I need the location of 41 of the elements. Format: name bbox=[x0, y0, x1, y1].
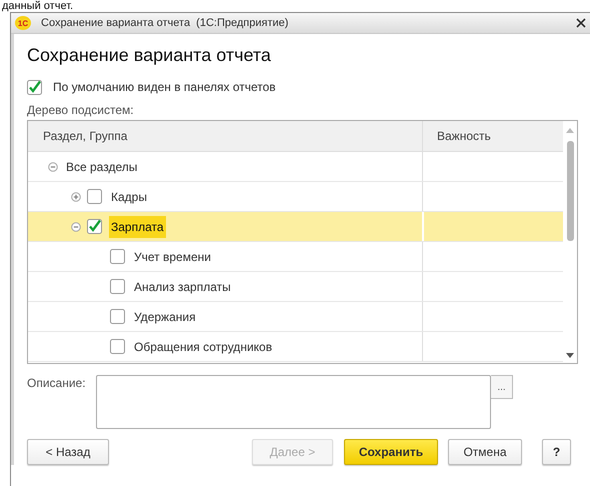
checked-checkbox[interactable] bbox=[27, 80, 42, 94]
description-label: Описание: bbox=[27, 376, 87, 390]
checkbox[interactable] bbox=[87, 189, 102, 204]
expand-icon[interactable] bbox=[71, 192, 81, 202]
checkbox[interactable] bbox=[110, 339, 125, 354]
checkbox[interactable] bbox=[110, 279, 125, 294]
tree-row[interactable]: Учет времени bbox=[28, 242, 563, 272]
window-title: Сохранение варианта отчета (1С:Предприятие) bbox=[41, 17, 290, 29]
checkbox[interactable] bbox=[110, 249, 125, 264]
scroll-down-icon[interactable] bbox=[566, 353, 574, 359]
description-field[interactable] bbox=[96, 375, 491, 429]
tree-item-label: Все разделы bbox=[65, 158, 138, 176]
tree-item-label: Кадры bbox=[110, 188, 148, 206]
tree-item-label: Зарплата bbox=[109, 216, 166, 238]
tree-item-label: Удержания bbox=[133, 308, 197, 326]
backdrop-text: данный отчет. bbox=[1, 0, 74, 12]
help-button[interactable]: ? bbox=[542, 439, 571, 465]
collapse-icon[interactable] bbox=[48, 162, 58, 172]
column-header[interactable]: Важность bbox=[423, 121, 563, 151]
tree-label: Дерево подсистем: bbox=[27, 103, 135, 117]
tree-item-label: Анализ зарплаты bbox=[133, 278, 232, 296]
tree-item-label: Учет времени bbox=[133, 248, 212, 266]
select-button[interactable]: ... bbox=[491, 375, 513, 399]
tree-row[interactable]: Удержания bbox=[28, 302, 563, 332]
tree-row[interactable]: Зарплата bbox=[28, 212, 563, 242]
dialog-heading: Сохранение варианта отчета bbox=[27, 44, 272, 67]
checked-checkbox[interactable] bbox=[87, 219, 102, 234]
scroll-up-icon[interactable] bbox=[566, 127, 574, 133]
tree-item-label: Обращения сотрудников bbox=[133, 338, 274, 356]
collapse-icon[interactable] bbox=[71, 222, 81, 232]
dialog-button[interactable]: Отмена bbox=[448, 439, 522, 465]
tree-row[interactable]: Обращения сотрудников bbox=[28, 332, 563, 362]
checkbox-label: По умолчанию виден в панелях отчетов bbox=[53, 80, 276, 94]
column-header[interactable]: Раздел, Группа bbox=[28, 121, 423, 151]
tree-row[interactable]: Все разделы bbox=[28, 152, 563, 182]
checkbox[interactable] bbox=[110, 309, 125, 324]
dialog-button[interactable]: < Назад bbox=[27, 439, 109, 465]
close-icon[interactable] bbox=[576, 18, 586, 28]
tree-row[interactable]: Анализ зарплаты bbox=[28, 272, 563, 302]
save-button[interactable]: Сохранить bbox=[344, 439, 438, 465]
logo-icon: 1С bbox=[15, 16, 31, 30]
